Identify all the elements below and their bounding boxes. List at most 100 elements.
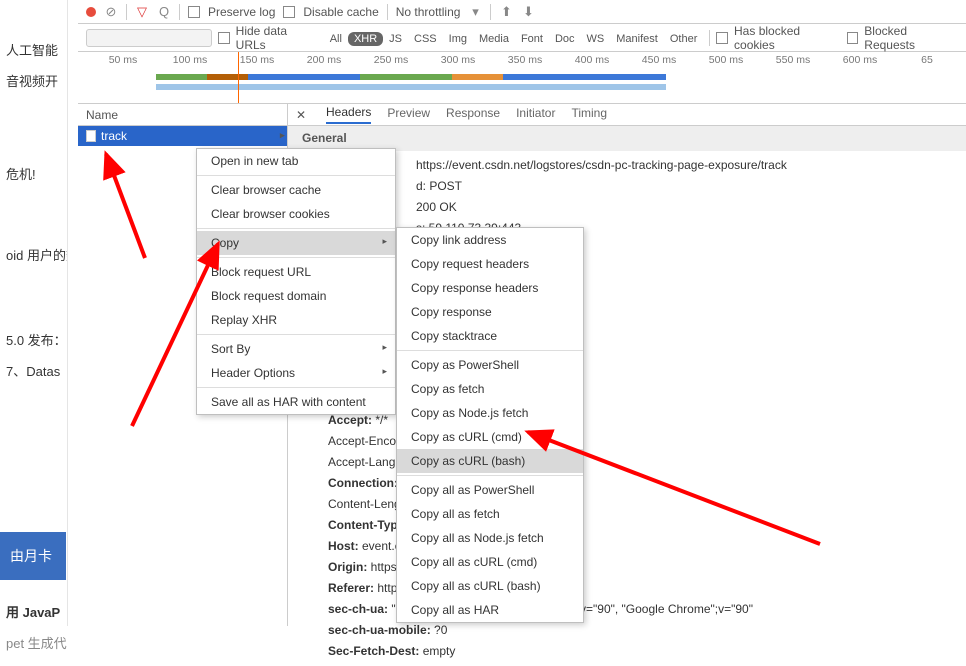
column-header-name[interactable]: Name (78, 104, 287, 126)
filter-pill-manifest[interactable]: Manifest (610, 32, 664, 46)
ctx-item[interactable]: Copy all as cURL (bash) (397, 574, 583, 598)
left-item[interactable]: 危机! (0, 160, 67, 187)
preserve-log-label: Preserve log (208, 5, 275, 19)
promo-block[interactable]: 由月卡 (0, 532, 66, 580)
throttling-dropdown-icon[interactable]: ▾ (468, 5, 482, 19)
filter-pill-css[interactable]: CSS (408, 32, 443, 46)
left-item[interactable]: 7、Datas (0, 357, 67, 384)
ctx-item[interactable]: Replay XHR (197, 308, 395, 332)
ruler-tick: 550 ms (776, 54, 810, 66)
filter-pill-other[interactable]: Other (664, 32, 704, 46)
ruler-tick: 450 ms (642, 54, 676, 66)
ctx-item[interactable]: Copy all as HAR (397, 598, 583, 622)
ctx-item[interactable]: Copy all as fetch (397, 502, 583, 526)
blocked-requests-label: Blocked Requests (864, 24, 958, 52)
ruler-tick: 65 (921, 54, 933, 66)
filter-pill-img[interactable]: Img (443, 32, 473, 46)
disable-cache-label: Disable cache (303, 5, 378, 19)
ctx-item[interactable]: Copy response headers (397, 276, 583, 300)
left-item[interactable]: 5.0 发布：支 (0, 326, 67, 353)
ctx-item[interactable]: Block request URL (197, 260, 395, 284)
filter-icon[interactable]: ▽ (135, 5, 149, 19)
tab-preview[interactable]: Preview (387, 106, 430, 123)
left-item[interactable]: 人工智能 (0, 36, 67, 63)
ctx-item[interactable]: Copy as fetch (397, 377, 583, 401)
ruler-tick: 200 ms (307, 54, 341, 66)
ctx-item[interactable]: Copy stacktrace (397, 324, 583, 348)
ctx-item[interactable]: Copy link address (397, 228, 583, 252)
filter-input[interactable] (86, 29, 212, 47)
playhead[interactable] (238, 52, 239, 103)
preserve-log-checkbox[interactable] (188, 6, 200, 18)
file-icon (86, 130, 96, 142)
left-item[interactable]: 音视频开 (0, 67, 67, 94)
tab-timing[interactable]: Timing (571, 106, 607, 123)
close-icon[interactable]: ✕ (296, 108, 310, 122)
network-toolbar: ⊘ ▽ Q Preserve log Disable cache No thro… (78, 0, 966, 24)
header-row: Sec-Fetch-Dest: empty (328, 641, 958, 662)
filter-bar: Hide data URLs AllXHRJSCSSImgMediaFontDo… (78, 24, 966, 52)
ctx-item[interactable]: Copy as Node.js fetch (397, 401, 583, 425)
context-menu[interactable]: Open in new tab Clear browser cacheClear … (196, 148, 396, 415)
page-left-sliver: 人工智能 音视频开 危机! oid 用户的数 5.0 发布：支 7、Datas … (0, 0, 68, 626)
left-item[interactable]: 用 JavaP (0, 598, 67, 625)
tab-response[interactable]: Response (446, 106, 500, 123)
timeline-bar (156, 74, 666, 80)
request-row-track[interactable]: track (78, 126, 287, 146)
ctx-item[interactable]: Block request domain (197, 284, 395, 308)
ruler-tick: 100 ms (173, 54, 207, 66)
ruler-tick: 400 ms (575, 54, 609, 66)
filter-pill-font[interactable]: Font (515, 32, 549, 46)
ctx-item[interactable]: Clear browser cache (197, 178, 395, 202)
ruler-tick: 250 ms (374, 54, 408, 66)
ruler-tick: 150 ms (240, 54, 274, 66)
filter-pill-js[interactable]: JS (383, 32, 408, 46)
waterfall-timeline[interactable]: 50 ms 100 ms 150 ms 200 ms 250 ms 300 ms 350 m… (78, 52, 966, 104)
timeline-bar (156, 84, 666, 90)
filter-pill-xhr[interactable]: XHR (348, 32, 383, 46)
tab-headers[interactable]: Headers (326, 105, 371, 124)
blocked-cookies-checkbox[interactable] (716, 32, 728, 44)
upload-icon[interactable]: ⬆ (499, 5, 513, 19)
ruler-tick: 350 ms (508, 54, 542, 66)
ctx-item[interactable]: Header Options (197, 361, 395, 385)
ctx-item[interactable]: Clear browser cookies (197, 202, 395, 226)
record-icon[interactable] (86, 7, 96, 17)
hide-data-urls-label: Hide data URLs (236, 24, 318, 52)
ruler-tick: 500 ms (709, 54, 743, 66)
filter-pill-all[interactable]: All (324, 32, 348, 46)
blocked-cookies-label: Has blocked cookies (734, 24, 841, 52)
tab-initiator[interactable]: Initiator (516, 106, 555, 123)
ctx-item[interactable]: Copy as PowerShell (397, 353, 583, 377)
header-row: sec-ch-ua-mobile: ?0 (328, 620, 958, 641)
ctx-item[interactable]: Copy all as PowerShell (397, 478, 583, 502)
download-icon[interactable]: ⬇ (521, 5, 535, 19)
ctx-item[interactable]: Open in new tab (197, 149, 395, 173)
context-submenu-copy[interactable]: Copy link addressCopy request headersCop… (396, 227, 584, 623)
ruler-tick: 600 ms (843, 54, 877, 66)
filter-pill-ws[interactable]: WS (581, 32, 611, 46)
left-item[interactable]: oid 用户的数 (0, 241, 67, 268)
ctx-item[interactable]: Sort By (197, 337, 395, 361)
detail-tabs: ✕ Headers Preview Response Initiator Tim… (288, 104, 966, 126)
filter-pill-media[interactable]: Media (473, 32, 515, 46)
ctx-item[interactable]: Copy as cURL (bash) (397, 449, 583, 473)
request-name: track (101, 129, 127, 143)
ctx-item[interactable]: Copy request headers (397, 252, 583, 276)
ctx-item[interactable]: Copy (197, 231, 395, 255)
ctx-item[interactable]: Copy all as cURL (cmd) (397, 550, 583, 574)
ruler-tick: 300 ms (441, 54, 475, 66)
ctx-item[interactable]: Copy response (397, 300, 583, 324)
blocked-requests-checkbox[interactable] (847, 32, 859, 44)
ctx-item[interactable]: Copy as cURL (cmd) (397, 425, 583, 449)
search-icon[interactable]: Q (157, 5, 171, 19)
ruler-tick: 50 ms (109, 54, 138, 66)
throttling-select[interactable]: No throttling (396, 5, 461, 19)
filter-pill-doc[interactable]: Doc (549, 32, 581, 46)
disable-cache-checkbox[interactable] (283, 6, 295, 18)
hide-data-urls-checkbox[interactable] (218, 32, 230, 44)
left-item: pet 生成代码 (0, 629, 67, 656)
ctx-item[interactable]: Save all as HAR with content (197, 390, 395, 414)
ctx-item[interactable]: Copy all as Node.js fetch (397, 526, 583, 550)
clear-icon[interactable]: ⊘ (104, 5, 118, 19)
